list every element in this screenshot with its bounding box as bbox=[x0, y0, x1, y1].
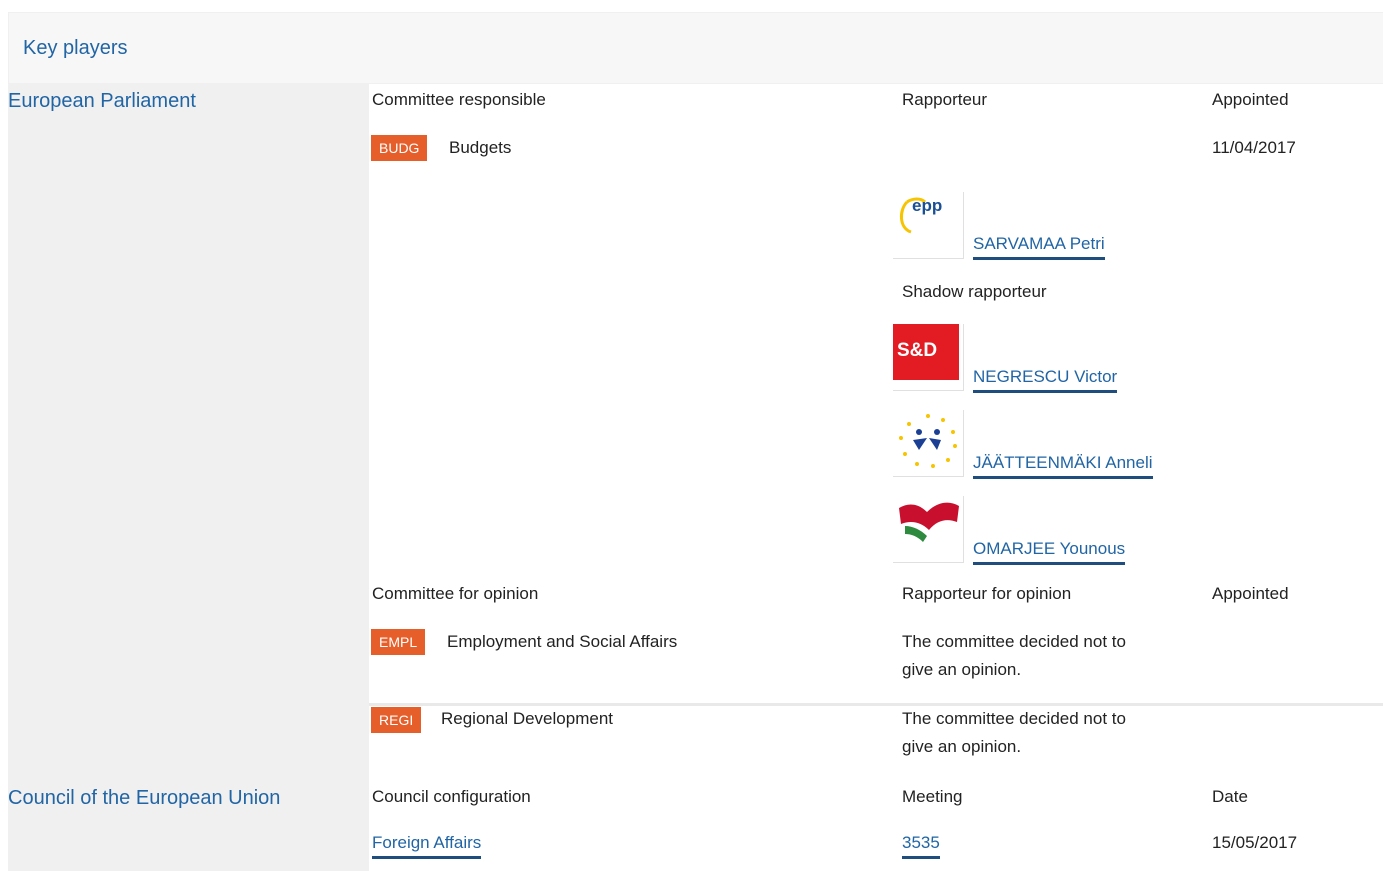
alde-group-logo bbox=[893, 410, 964, 477]
epp-group-logo: epp bbox=[893, 192, 964, 259]
opinion-status-line1: The committee decided not to bbox=[902, 709, 1126, 728]
committee-code-badge: REGI bbox=[371, 707, 422, 733]
committee-name: Budgets bbox=[449, 138, 512, 157]
shadow-rapporteur-link[interactable]: JÄÄTTEENMÄKI Anneli bbox=[973, 453, 1153, 479]
head-rapporteur-for-opinion: Rapporteur for opinion bbox=[902, 584, 1072, 603]
head-meeting: Meeting bbox=[902, 787, 963, 806]
opinion-status-line2: give an opinion. bbox=[902, 737, 1022, 756]
head-appointed: Appointed bbox=[1212, 90, 1289, 109]
section-title: Key players bbox=[23, 37, 128, 59]
head-appointed: Appointed bbox=[1212, 584, 1289, 603]
council-label: Council of the European Union bbox=[8, 787, 281, 809]
appointed-date: 11/04/2017 bbox=[1212, 138, 1296, 157]
shadow-rapporteur-link[interactable]: OMARJEE Younous bbox=[973, 539, 1126, 565]
ep-label: European Parliament bbox=[8, 90, 196, 112]
head-date: Date bbox=[1212, 787, 1248, 806]
committee-code-badge: BUDG bbox=[371, 135, 428, 161]
shadow-rapporteur-link[interactable]: NEGRESCU Victor bbox=[973, 367, 1118, 393]
rapporteur-link[interactable]: SARVAMAA Petri bbox=[973, 234, 1105, 260]
opinion-status-line1: The committee decided not to bbox=[902, 632, 1126, 651]
head-committee-for-opinion: Committee for opinion bbox=[372, 584, 539, 603]
sd-group-logo: S&D bbox=[893, 324, 964, 391]
sd-logo-text: S&D bbox=[897, 340, 938, 361]
committee-name: Employment and Social Affairs bbox=[447, 632, 678, 651]
meeting-date: 15/05/2017 bbox=[1212, 833, 1298, 852]
gue-ngl-logo-icon bbox=[899, 502, 959, 542]
opinion-status-line2: give an opinion. bbox=[902, 660, 1022, 679]
council-configuration-link[interactable]: Foreign Affairs bbox=[372, 833, 482, 859]
committee-name: Regional Development bbox=[441, 709, 613, 728]
head-rapporteur: Rapporteur bbox=[902, 90, 988, 109]
shadow-rapporteur-label: Shadow rapporteur bbox=[902, 282, 1047, 301]
alde-logo-icon bbox=[899, 414, 957, 468]
meeting-link[interactable]: 3535 bbox=[902, 833, 940, 859]
row-divider bbox=[369, 703, 1383, 706]
epp-logo-text: epp bbox=[912, 196, 943, 215]
head-council-configuration: Council configuration bbox=[372, 787, 531, 806]
committee-code-badge: EMPL bbox=[371, 629, 426, 655]
key-players-header: Key players bbox=[9, 13, 1383, 83]
head-committee-responsible: Committee responsible bbox=[372, 90, 546, 109]
gue-ngl-group-logo bbox=[893, 496, 964, 563]
details-panel bbox=[369, 84, 1383, 871]
